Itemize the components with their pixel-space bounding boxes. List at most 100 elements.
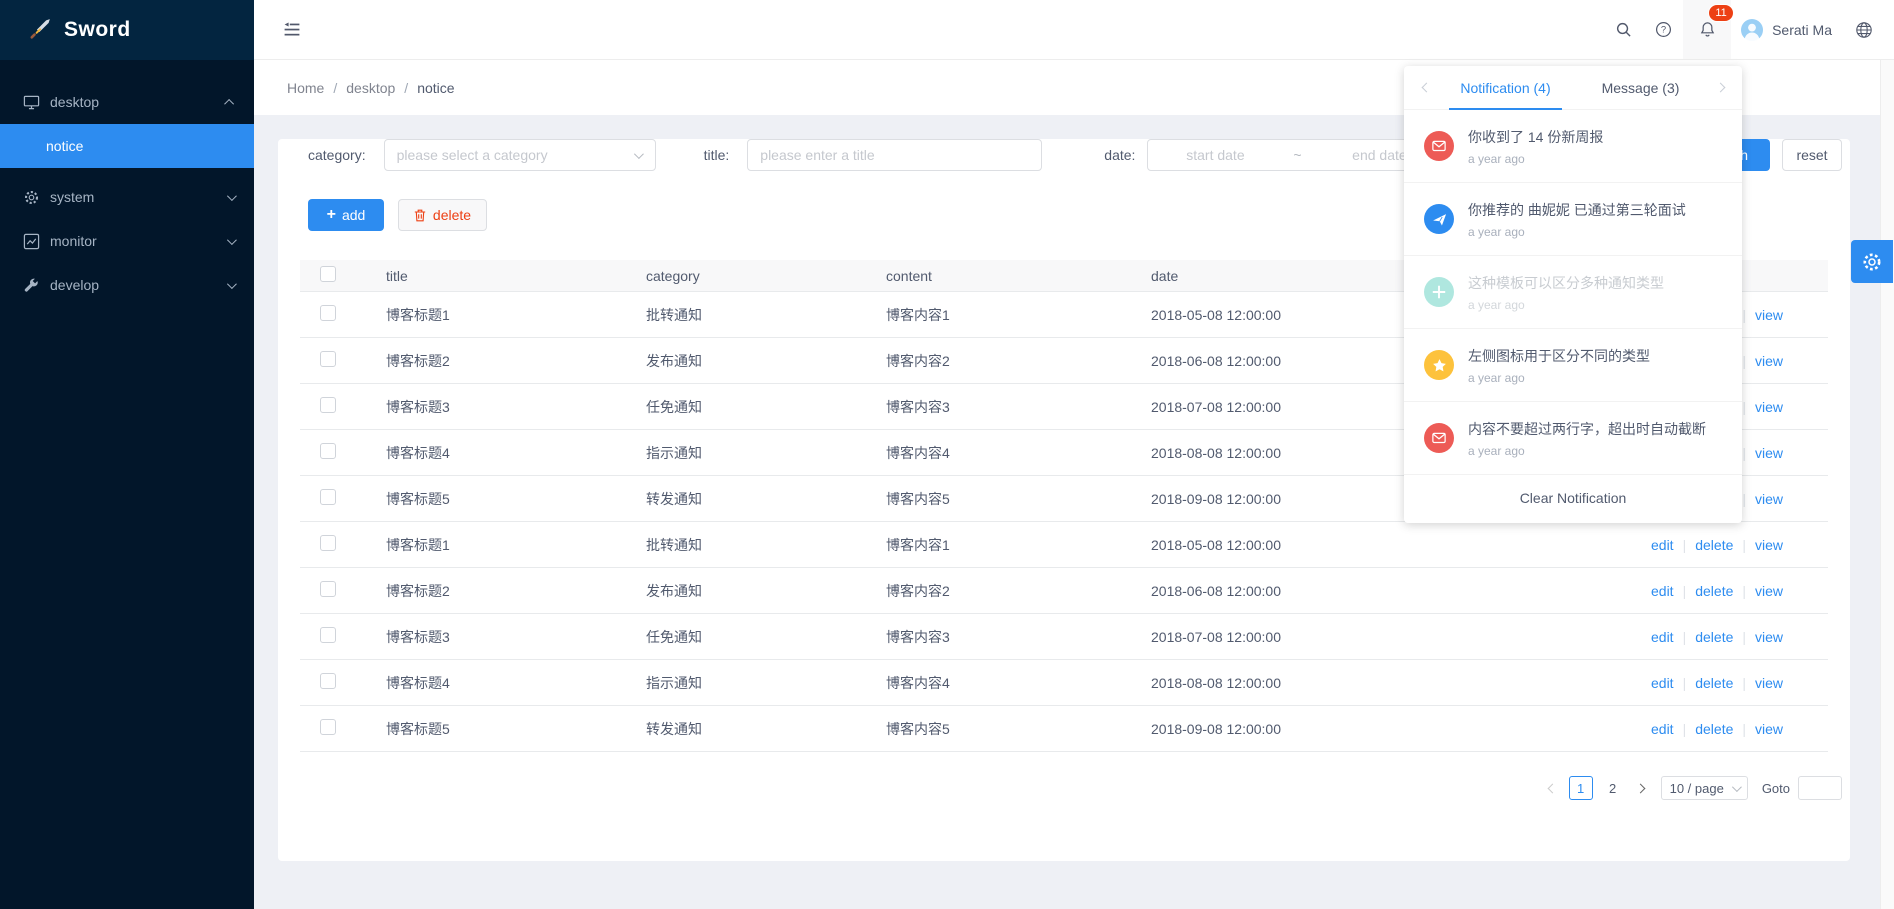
breadcrumb-item-desktop[interactable]: desktop (346, 80, 395, 96)
cell-category: 批转通知 (628, 535, 868, 555)
sidebar-item-desktop[interactable]: desktop (0, 80, 254, 124)
search-icon[interactable] (1603, 0, 1643, 59)
table-row: 博客标题2发布通知博客内容22018-06-08 12:00:00edit|de… (300, 568, 1828, 614)
row-checkbox[interactable] (320, 305, 336, 321)
tab-notification-4-[interactable]: Notification (4) (1438, 66, 1573, 110)
row-checkbox[interactable] (320, 397, 336, 413)
action-separator: | (1742, 445, 1746, 461)
page-number-1[interactable]: 1 (1569, 776, 1593, 800)
date-range-picker[interactable]: start date ~ end date (1147, 139, 1447, 171)
row-delete-link[interactable]: delete (1695, 629, 1733, 645)
page-size-select[interactable]: 10 / page (1661, 776, 1748, 800)
tabs-scroll-left-icon[interactable] (1414, 84, 1438, 91)
column-header-category: category (628, 268, 868, 284)
app-root: Sword desktopnoticesystemmonitordevelop … (0, 0, 1894, 909)
sidebar-subitem-notice[interactable]: notice (0, 124, 254, 168)
cell-title: 博客标题2 (368, 351, 628, 371)
row-view-link[interactable]: view (1755, 353, 1783, 369)
reset-button[interactable]: reset (1782, 139, 1842, 171)
row-view-link[interactable]: view (1755, 537, 1783, 553)
next-page-button[interactable] (1629, 776, 1653, 800)
action-separator: | (1742, 583, 1746, 599)
row-checkbox[interactable] (320, 627, 336, 643)
row-delete-link[interactable]: delete (1695, 675, 1733, 691)
breadcrumb-item-Home[interactable]: Home (287, 80, 324, 96)
clear-notification-button[interactable]: Clear Notification (1404, 475, 1742, 520)
sidebar-collapse-button[interactable] (282, 20, 302, 40)
action-separator: | (1742, 307, 1746, 323)
row-view-link[interactable]: view (1755, 675, 1783, 691)
notifications-bell-button[interactable]: 11 (1683, 0, 1731, 59)
page-number-2[interactable]: 2 (1601, 776, 1625, 800)
action-separator: | (1683, 629, 1687, 645)
notification-title: 这种模板可以区分多种通知类型 (1468, 273, 1726, 293)
row-edit-link[interactable]: edit (1651, 675, 1674, 691)
row-checkbox[interactable] (320, 581, 336, 597)
category-select-placeholder: please select a category (397, 147, 548, 163)
cell-title: 博客标题4 (368, 443, 628, 463)
action-separator: | (1683, 675, 1687, 691)
row-checkbox[interactable] (320, 443, 336, 459)
row-view-link[interactable]: view (1755, 583, 1783, 599)
row-edit-link[interactable]: edit (1651, 629, 1674, 645)
row-view-link[interactable]: view (1755, 491, 1783, 507)
title-input[interactable] (747, 139, 1042, 171)
category-select[interactable]: please select a category (384, 139, 656, 171)
cell-title: 博客标题3 (368, 397, 628, 417)
tabs-scroll-right-icon[interactable] (1708, 84, 1732, 91)
row-view-link[interactable]: view (1755, 445, 1783, 461)
row-checkbox[interactable] (320, 351, 336, 367)
cell-category: 发布通知 (628, 581, 868, 601)
notification-item[interactable]: 你推荐的 曲妮妮 已通过第三轮面试a year ago (1404, 183, 1742, 256)
row-view-link[interactable]: view (1755, 399, 1783, 415)
cell-content: 博客内容5 (868, 719, 1133, 739)
notification-item[interactable]: 左侧图标用于区分不同的类型a year ago (1404, 329, 1742, 402)
action-separator: | (1742, 629, 1746, 645)
cell-content: 博客内容2 (868, 351, 1133, 371)
cell-content: 博客内容3 (868, 627, 1133, 647)
prev-page-button[interactable] (1541, 776, 1565, 800)
row-view-link[interactable]: view (1755, 629, 1783, 645)
language-globe-icon[interactable] (1846, 0, 1882, 59)
row-view-link[interactable]: view (1755, 307, 1783, 323)
sidebar-item-monitor[interactable]: monitor (0, 219, 254, 263)
avatar (1741, 19, 1763, 41)
tab-message-3-[interactable]: Message (3) (1573, 66, 1708, 110)
logo[interactable]: Sword (0, 0, 254, 60)
action-separator: | (1683, 583, 1687, 599)
row-delete-link[interactable]: delete (1695, 537, 1733, 553)
row-checkbox[interactable] (320, 719, 336, 735)
notification-time: a year ago (1468, 371, 1726, 385)
cell-date: 2018-09-08 12:00:00 (1133, 721, 1633, 737)
page-scrollbar[interactable] (1880, 0, 1894, 909)
row-checkbox[interactable] (320, 673, 336, 689)
cell-content: 博客内容4 (868, 673, 1133, 693)
row-checkbox[interactable] (320, 535, 336, 551)
notification-item[interactable]: 你收到了 14 份新周报a year ago (1404, 110, 1742, 183)
settings-drawer-button[interactable] (1851, 240, 1893, 283)
row-checkbox[interactable] (320, 489, 336, 505)
help-icon[interactable]: ? (1643, 0, 1683, 59)
notification-item[interactable]: 这种模板可以区分多种通知类型a year ago (1404, 256, 1742, 329)
delete-button[interactable]: delete (398, 199, 487, 231)
row-edit-link[interactable]: edit (1651, 721, 1674, 737)
notification-item[interactable]: 内容不要超过两行字，超出时自动截断a year ago (1404, 402, 1742, 475)
select-all-checkbox[interactable] (320, 266, 336, 282)
row-edit-link[interactable]: edit (1651, 537, 1674, 553)
sidebar-item-develop[interactable]: develop (0, 263, 254, 307)
user-menu[interactable]: Serati Ma (1741, 19, 1832, 41)
gear-icon (22, 188, 40, 206)
desktop-icon (22, 93, 40, 111)
sidebar-item-system[interactable]: system (0, 175, 254, 219)
notification-panel: Notification (4)Message (3) 你收到了 14 份新周报… (1404, 66, 1742, 523)
row-delete-link[interactable]: delete (1695, 583, 1733, 599)
table-row: 博客标题1批转通知博客内容12018-05-08 12:00:00edit|de… (300, 522, 1828, 568)
top-header: ? 11 Serati Ma (254, 0, 1894, 60)
add-button[interactable]: + add (308, 199, 384, 231)
row-delete-link[interactable]: delete (1695, 721, 1733, 737)
cell-title: 博客标题2 (368, 581, 628, 601)
row-view-link[interactable]: view (1755, 721, 1783, 737)
star-icon (1424, 350, 1454, 380)
row-edit-link[interactable]: edit (1651, 583, 1674, 599)
goto-page-input[interactable] (1798, 776, 1842, 800)
